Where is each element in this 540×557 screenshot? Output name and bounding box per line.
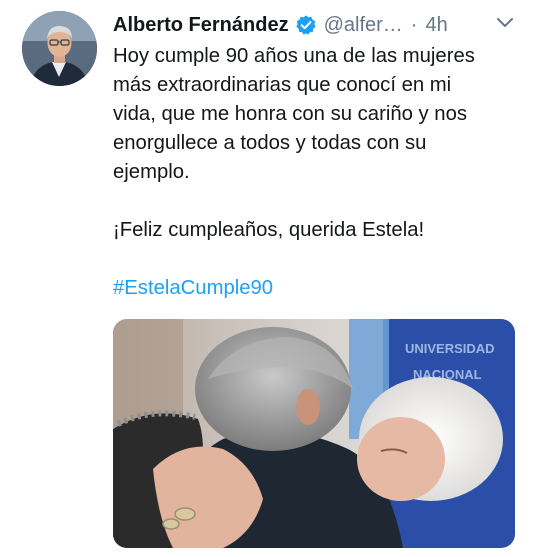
tweet-text: Hoy cumple 90 años una de las mujeres má… [113, 42, 523, 245]
verified-badge-icon [295, 14, 317, 36]
tweet-header: Alberto Fernández @alfer… · 4h [113, 12, 448, 38]
avatar[interactable] [22, 11, 97, 86]
timestamp[interactable]: 4h [425, 14, 447, 37]
banner-text: UNIVERSIDAD [405, 341, 495, 356]
tweet-text-line [113, 187, 523, 216]
tweet-text-line: enorgullece a todos y todas con su [113, 132, 427, 154]
avatar-image [22, 11, 97, 86]
separator-dot: · [410, 13, 418, 36]
chevron-down-icon[interactable] [494, 14, 516, 32]
author-name[interactable]: Alberto Fernández [113, 14, 289, 37]
author-handle[interactable]: @alfer… [324, 14, 403, 37]
hashtag-link[interactable]: #EstelaCumple90 [113, 274, 273, 303]
photo-image: UNIVERSIDAD NACIONAL DE [113, 319, 515, 548]
tweet-text-line: ejemplo. [113, 161, 190, 183]
tweet-text-line: Hoy cumple 90 años una de las mujeres [113, 45, 475, 67]
tweet: Alberto Fernández @alfer… · 4h Hoy cumpl… [0, 0, 540, 557]
tweet-photo[interactable]: UNIVERSIDAD NACIONAL DE [113, 319, 515, 548]
tweet-text-line: más extraordinarias que conocí en mi [113, 74, 452, 96]
tweet-text-line: vida, que me honra con su cariño y nos [113, 103, 468, 125]
tweet-text-line: ¡Feliz cumpleaños, querida Estela! [113, 219, 425, 241]
